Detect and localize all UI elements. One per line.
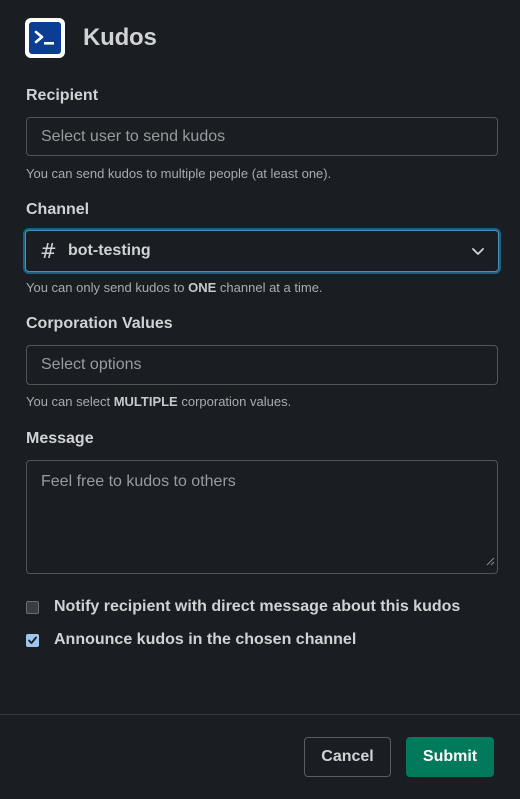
recipient-hint: You can send kudos to multiple people (a… — [26, 166, 332, 181]
channel-label: Channel — [26, 201, 90, 218]
values-hint: You can select MULTIPLE corporation valu… — [26, 394, 292, 409]
cancel-button[interactable]: Cancel — [304, 737, 391, 777]
recipient-placeholder: Select user to send kudos — [41, 127, 226, 145]
channel-select[interactable]: # bot-testing — [25, 230, 499, 272]
values-placeholder: Select options — [41, 356, 142, 373]
announce-option[interactable]: Announce kudos in the chosen channel — [26, 631, 356, 649]
chevron-down-icon — [471, 244, 485, 263]
notify-label: Notify recipient with direct message abo… — [54, 598, 461, 615]
channel-hint: You can only send kudos to ONE channel a… — [26, 280, 323, 295]
message-textarea[interactable]: Feel free to kudos to others — [26, 460, 498, 574]
kudos-modal: Kudos Recipient Select user to send kudo… — [0, 0, 520, 799]
channel-value: bot-testing — [68, 242, 151, 259]
values-label: Corporation Values — [26, 315, 173, 332]
resize-grip-icon[interactable] — [486, 553, 495, 571]
terminal-prompt-icon — [25, 18, 65, 58]
modal-title: Kudos — [83, 24, 157, 51]
values-select[interactable]: Select options — [26, 345, 498, 385]
submit-button[interactable]: Submit — [406, 737, 494, 777]
footer-divider — [0, 714, 520, 715]
hash-icon: # — [40, 239, 57, 263]
message-label: Message — [26, 430, 94, 447]
checkmark-icon — [28, 636, 37, 644]
notify-option[interactable]: Notify recipient with direct message abo… — [26, 598, 460, 616]
announce-label: Announce kudos in the chosen channel — [54, 631, 357, 648]
recipient-select[interactable]: Select user to send kudos — [26, 117, 498, 156]
notify-checkbox[interactable] — [26, 600, 39, 614]
announce-checkbox[interactable] — [26, 633, 39, 647]
modal-header: Kudos — [25, 18, 157, 58]
recipient-label: Recipient — [26, 87, 99, 104]
message-placeholder: Feel free to kudos to others — [41, 473, 236, 490]
